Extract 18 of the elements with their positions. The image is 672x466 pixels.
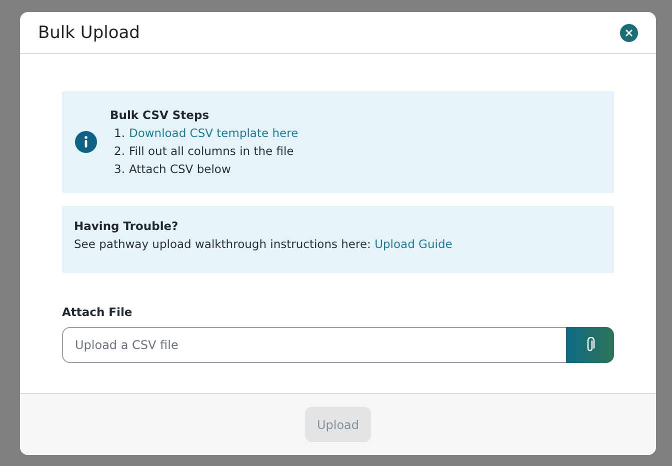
step-text: Fill out all columns in the file xyxy=(128,143,294,160)
close-button[interactable] xyxy=(620,24,638,42)
help-heading: Having Trouble? xyxy=(74,218,180,235)
step-text: Attach CSV below xyxy=(128,161,231,178)
info-icon xyxy=(75,131,97,153)
step-number: 1. xyxy=(114,125,125,142)
dialog-title: Bulk Upload xyxy=(38,22,140,42)
guide-link[interactable]: Upload Guide xyxy=(374,237,452,251)
step-number: 3. xyxy=(114,161,125,178)
help-text: See pathway upload walkthrough instructions here: Upload Guide xyxy=(74,236,454,253)
attach-button[interactable] xyxy=(566,327,614,363)
file-input-field[interactable]: Upload a CSV file xyxy=(62,327,566,363)
template-link[interactable]: Download CSV template here xyxy=(128,124,298,142)
field-label: Attach File xyxy=(62,305,134,319)
steps-heading: Bulk CSV Steps xyxy=(110,107,210,124)
paperclip-icon xyxy=(585,337,595,353)
step-number: 2. xyxy=(114,143,125,160)
close-icon xyxy=(625,28,633,36)
